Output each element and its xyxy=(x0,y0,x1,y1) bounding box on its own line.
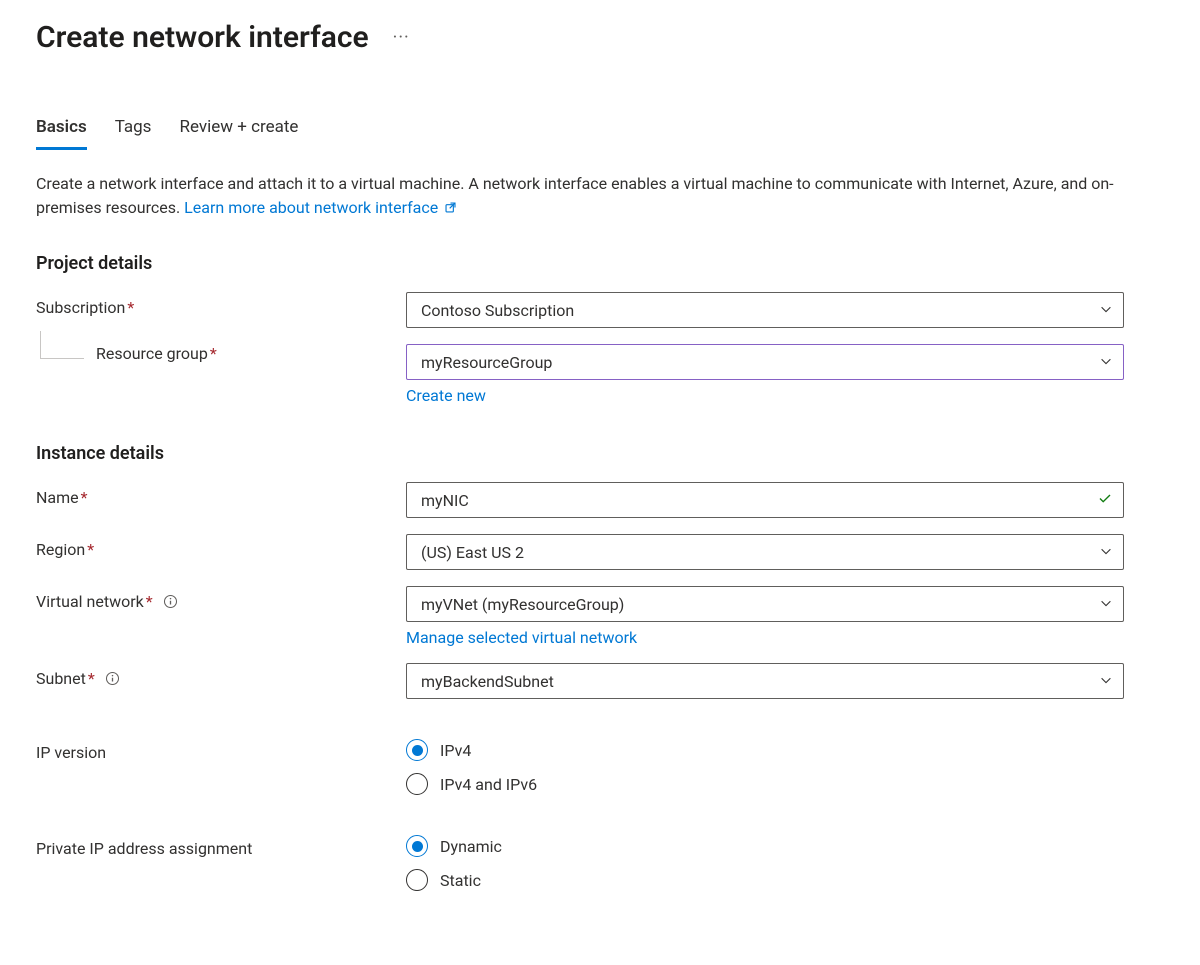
region-value: (US) East US 2 xyxy=(421,543,524,562)
ip-assignment-static-label: Static xyxy=(440,871,481,890)
chevron-down-icon xyxy=(1099,301,1113,320)
region-label: Region* xyxy=(36,534,406,559)
more-actions-button[interactable]: ··· xyxy=(387,23,416,52)
tab-basics[interactable]: Basics xyxy=(36,111,87,150)
chevron-down-icon xyxy=(1099,353,1113,372)
name-value: myNIC xyxy=(421,491,469,510)
learn-more-link-text: Learn more about network interface xyxy=(184,198,438,217)
radio-icon xyxy=(406,835,428,857)
subnet-select[interactable]: myBackendSubnet xyxy=(406,663,1124,699)
radio-icon xyxy=(406,869,428,891)
ip-version-ipv4-ipv6[interactable]: IPv4 and IPv6 xyxy=(406,773,1124,795)
section-instance-details: Instance details xyxy=(36,443,1164,464)
ip-assignment-radio-group: Dynamic Static xyxy=(406,833,1124,891)
ip-version-ipv4-label: IPv4 xyxy=(440,741,471,760)
chevron-down-icon xyxy=(1099,595,1113,614)
region-select[interactable]: (US) East US 2 xyxy=(406,534,1124,570)
virtual-network-value: myVNet (myResourceGroup) xyxy=(421,595,624,614)
chevron-down-icon xyxy=(1099,543,1113,562)
ip-version-ipv4[interactable]: IPv4 xyxy=(406,739,1124,761)
resource-group-select[interactable]: myResourceGroup xyxy=(406,344,1124,380)
tab-tags[interactable]: Tags xyxy=(115,111,152,150)
chevron-down-icon xyxy=(1099,672,1113,691)
ip-assignment-dynamic-label: Dynamic xyxy=(440,837,502,856)
subnet-value: myBackendSubnet xyxy=(421,672,554,691)
subscription-label: Subscription* xyxy=(36,292,406,317)
resource-group-label: Resource group* xyxy=(96,344,217,363)
subnet-label: Subnet* xyxy=(36,663,406,690)
subscription-value: Contoso Subscription xyxy=(421,301,574,320)
virtual-network-label: Virtual network* xyxy=(36,586,406,613)
name-input[interactable]: myNIC xyxy=(406,482,1124,518)
radio-icon xyxy=(406,773,428,795)
tab-bar: Basics Tags Review + create xyxy=(36,111,1164,150)
radio-icon xyxy=(406,739,428,761)
intro-text: Create a network interface and attach it… xyxy=(36,172,1136,221)
section-project-details: Project details xyxy=(36,253,1164,274)
ip-version-label: IP version xyxy=(36,737,406,762)
info-icon[interactable] xyxy=(105,671,120,690)
learn-more-link[interactable]: Learn more about network interface xyxy=(184,198,457,217)
name-label: Name* xyxy=(36,482,406,507)
virtual-network-select[interactable]: myVNet (myResourceGroup) xyxy=(406,586,1124,622)
info-icon[interactable] xyxy=(163,594,178,613)
ip-version-radio-group: IPv4 IPv4 and IPv6 xyxy=(406,737,1124,795)
manage-vnet-link[interactable]: Manage selected virtual network xyxy=(406,628,637,647)
subscription-select[interactable]: Contoso Subscription xyxy=(406,292,1124,328)
external-link-icon xyxy=(444,197,457,221)
page-title: Create network interface xyxy=(36,20,369,55)
create-new-resource-group-link[interactable]: Create new xyxy=(406,386,486,405)
ip-assignment-static[interactable]: Static xyxy=(406,869,1124,891)
checkmark-icon xyxy=(1097,490,1113,510)
ip-assignment-dynamic[interactable]: Dynamic xyxy=(406,835,1124,857)
ip-assignment-label: Private IP address assignment xyxy=(36,833,406,858)
ip-version-both-label: IPv4 and IPv6 xyxy=(440,775,537,794)
resource-group-value: myResourceGroup xyxy=(421,353,552,372)
tab-review-create[interactable]: Review + create xyxy=(179,111,298,150)
tree-indent-icon xyxy=(40,331,84,359)
